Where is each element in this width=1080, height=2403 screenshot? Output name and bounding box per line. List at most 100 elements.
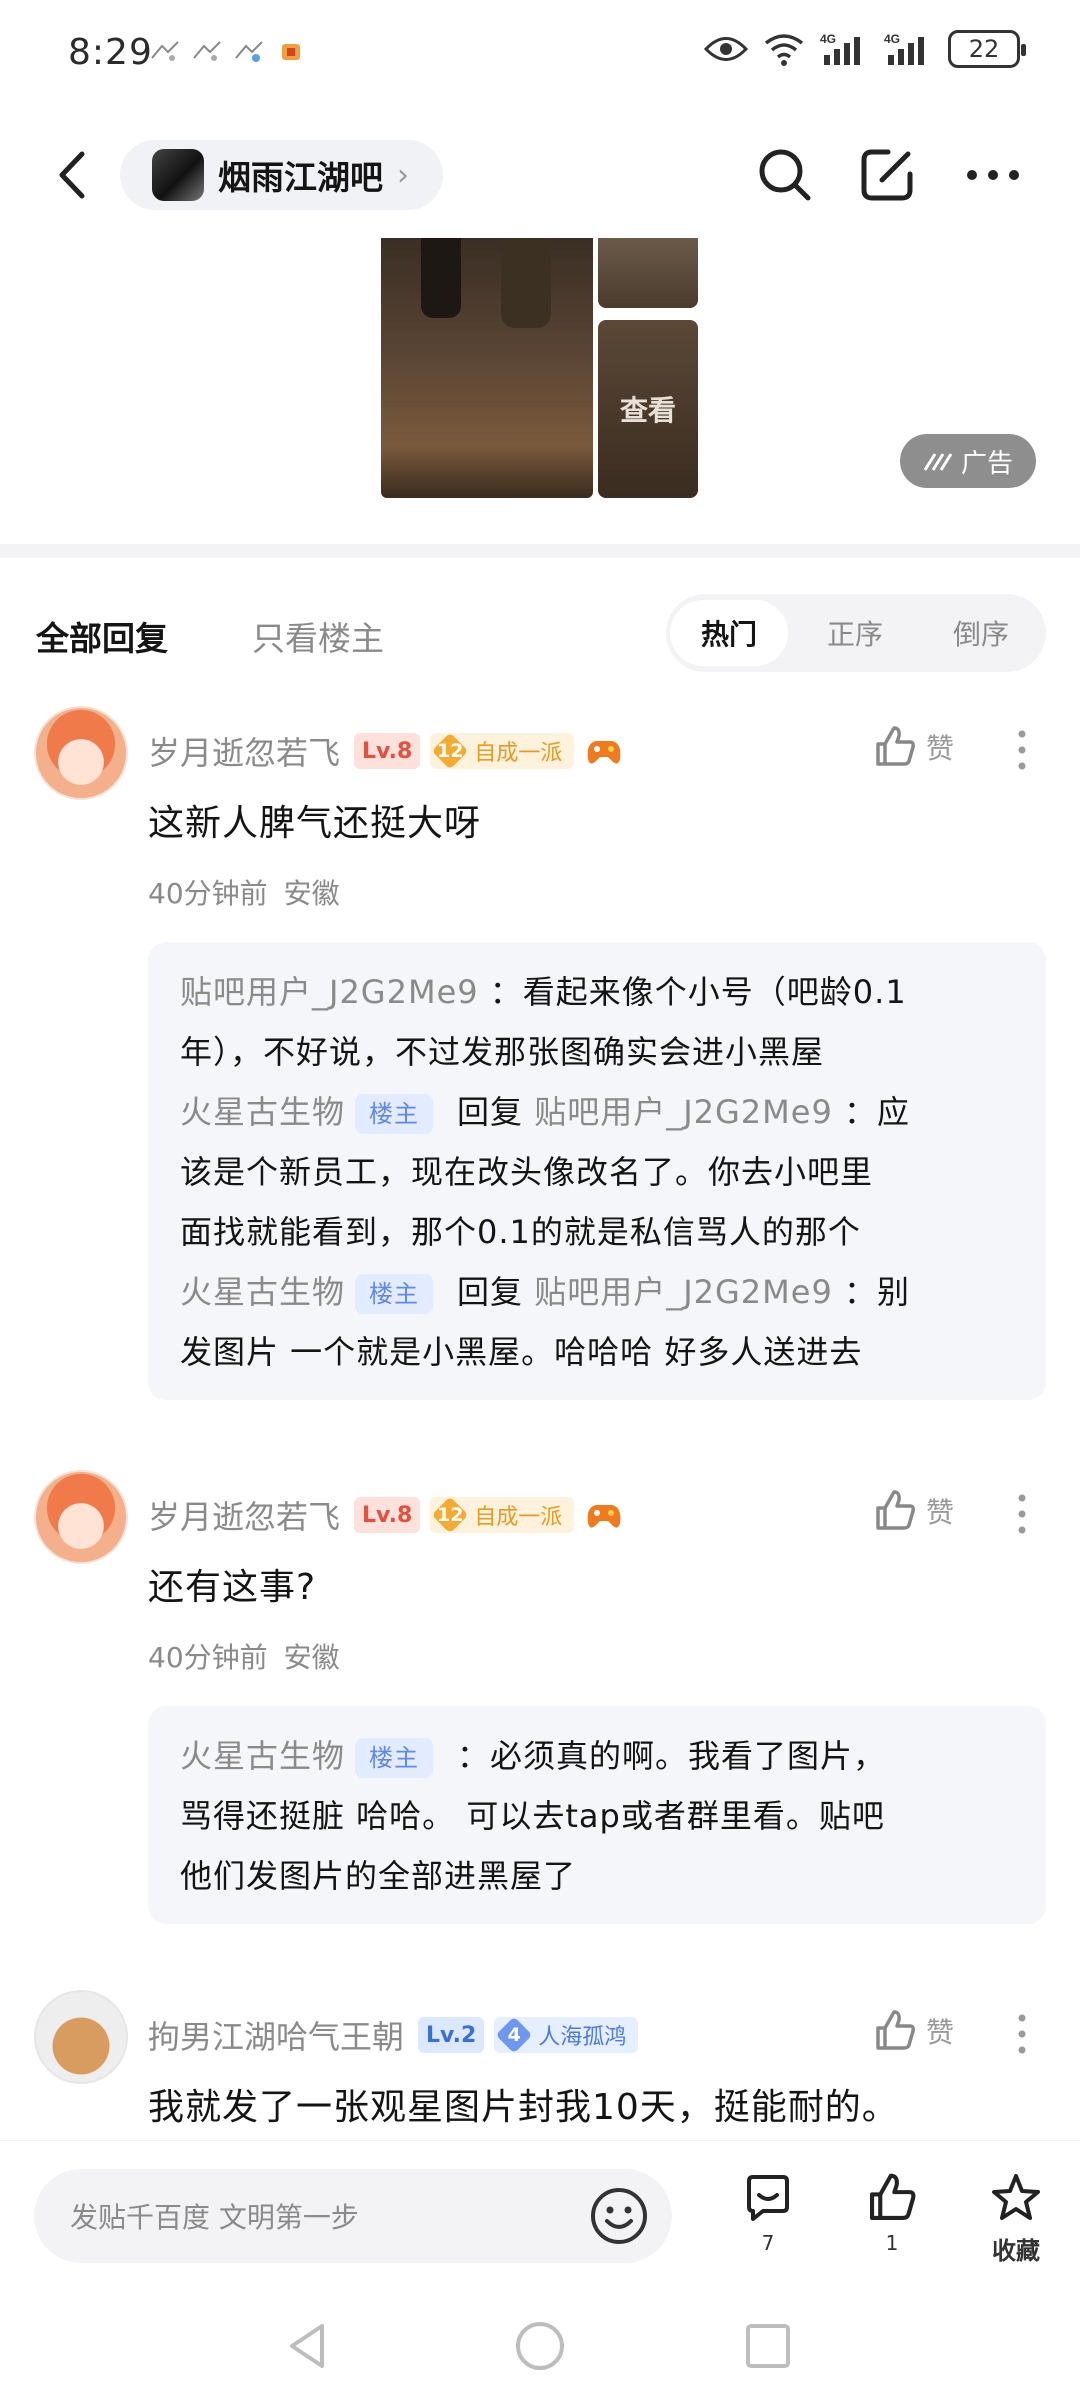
gamepad-icon xyxy=(587,741,621,764)
ad-badge[interactable]: 广告 xyxy=(900,434,1036,488)
notification-icon xyxy=(234,38,264,64)
forum-name: 烟雨江湖吧 xyxy=(218,158,383,197)
more-vertical-icon xyxy=(1018,2014,1026,2054)
like-button[interactable]: 赞 xyxy=(872,724,954,770)
sub-reply-user[interactable]: 贴吧用户_J2G2Me9 xyxy=(180,973,479,1011)
signal-icon: 4G xyxy=(820,32,860,65)
sub-reply-user[interactable]: 火星古生物 xyxy=(180,1737,345,1775)
reply-target-user[interactable]: 贴吧用户_J2G2Me9 xyxy=(534,1273,833,1311)
notification-icon xyxy=(192,38,222,64)
ad-image[interactable] xyxy=(598,238,698,308)
avatar[interactable] xyxy=(34,706,128,800)
sub-reply-continued: 面找就能看到，那个0.1的就是私信骂人的那个 xyxy=(180,1213,861,1251)
sub-reply: 火星古生物 楼主 回复 贴吧用户_J2G2Me9 ：应 xyxy=(180,1082,1014,1142)
forum-link[interactable]: 烟雨江湖吧 › xyxy=(120,140,443,210)
username[interactable]: 岁月逝忽若飞 xyxy=(148,728,340,774)
sub-reply: 火星古生物 楼主 回复 贴吧用户_J2G2Me9 ：别 xyxy=(180,1262,1014,1322)
notification-icons xyxy=(150,38,306,64)
level-badge: Lv.2 xyxy=(418,2017,485,2053)
rank-diamond-icon: 4 xyxy=(498,2019,530,2051)
svg-text:4G: 4G xyxy=(884,32,900,46)
top-nav-bar: 烟雨江湖吧 › xyxy=(0,120,1080,230)
gamepad-icon xyxy=(587,1505,621,1528)
avatar[interactable] xyxy=(34,1990,128,2084)
more-vertical-icon xyxy=(1018,730,1026,770)
badge-title: 人海孤鸿 xyxy=(538,2025,627,2050)
comment-text: 我就发了一张观星图片封我10天，挺能耐的。 xyxy=(148,2087,899,2128)
sort-descending[interactable]: 倒序 xyxy=(922,600,1040,666)
comment-count: 7 xyxy=(761,2231,775,2255)
username[interactable]: 拘男江湖哈气王朝 xyxy=(148,2012,404,2058)
sort-ascending[interactable]: 正序 xyxy=(796,600,914,666)
title-badge: 12 自成一派 xyxy=(430,1497,575,1533)
comment-more-button[interactable] xyxy=(1008,1492,1036,1536)
comment-meta: 40分钟前 安徽 xyxy=(148,1636,340,1676)
title-badge: 4 人海孤鸿 xyxy=(494,2017,639,2053)
ad-banner[interactable]: 查看 广告 xyxy=(0,238,1080,510)
comment-icon xyxy=(747,2175,789,2221)
username[interactable]: 岁月逝忽若飞 xyxy=(148,1492,340,1538)
bottom-action-bar: 发贴千百度 文明第一步 7 1 收藏 xyxy=(0,2140,1080,2290)
forum-avatar xyxy=(152,149,204,201)
reply-target-user[interactable]: 贴吧用户_J2G2Me9 xyxy=(534,1093,833,1131)
comment-more-button[interactable] xyxy=(1008,2012,1036,2056)
like-button[interactable]: 赞 xyxy=(872,1488,954,1534)
level-badge: Lv.8 xyxy=(354,733,421,769)
ad-image[interactable] xyxy=(381,238,593,498)
level-badge: Lv.8 xyxy=(354,1497,421,1533)
search-button[interactable] xyxy=(750,140,820,210)
more-menu-button[interactable] xyxy=(958,140,1028,210)
sub-reply-user[interactable]: 火星古生物 xyxy=(180,1273,345,1311)
sub-reply-user[interactable]: 火星古生物 xyxy=(180,1093,345,1131)
more-horizontal-icon xyxy=(967,170,1019,180)
tab-all-replies[interactable]: 全部回复 xyxy=(36,612,168,660)
thumbs-up-icon xyxy=(869,2173,916,2221)
rank-diamond-icon: 12 xyxy=(434,1499,466,1531)
comment-time: 40分钟前 xyxy=(148,1641,268,1674)
search-icon xyxy=(759,149,811,201)
recents-square-icon[interactable] xyxy=(742,2320,794,2372)
svg-text:4G: 4G xyxy=(820,32,836,46)
comments-button[interactable]: 7 xyxy=(728,2171,808,2255)
chevron-right-icon: › xyxy=(397,157,409,193)
like-label: 赞 xyxy=(926,2016,955,2049)
like-button[interactable]: 赞 xyxy=(872,2008,954,2054)
emoji-icon xyxy=(591,2188,647,2244)
owner-tag: 楼主 xyxy=(355,1094,434,1134)
ad-logo-icon xyxy=(923,453,953,471)
like-post-button[interactable]: 1 xyxy=(852,2171,932,2255)
rank-diamond-icon: 12 xyxy=(434,735,466,767)
back-button[interactable] xyxy=(40,140,110,210)
avatar[interactable] xyxy=(34,1470,128,1564)
signal-icon: 4G xyxy=(884,32,924,65)
battery-indicator: 22 xyxy=(948,30,1026,68)
sub-replies[interactable]: 火星古生物 楼主 ：必须真的啊。我看了图片， 骂得还挺脏 哈哈。 可以去tap或者群… xyxy=(148,1706,1046,1924)
comment-more-button[interactable] xyxy=(1008,728,1036,772)
ad-label: 广告 xyxy=(960,448,1013,479)
sub-replies[interactable]: 贴吧用户_J2G2Me9 ：看起来像个小号（吧龄0.1 年），不好说，不过发那张… xyxy=(148,942,1046,1400)
notification-icon xyxy=(276,38,306,64)
like-count: 1 xyxy=(885,2231,899,2255)
comment-time: 40分钟前 xyxy=(148,877,268,910)
wifi-icon xyxy=(764,34,804,66)
status-time: 8:29 xyxy=(68,32,153,73)
compose-button[interactable] xyxy=(852,140,922,210)
reply-header: 全部回复 只看楼主 热门 正序 倒序 xyxy=(0,590,1080,680)
reply-input[interactable]: 发贴千百度 文明第一步 xyxy=(34,2169,672,2263)
ad-view-more[interactable]: 查看 xyxy=(598,320,698,498)
comment-meta: 40分钟前 安徽 xyxy=(148,872,340,912)
favorite-label: 收藏 xyxy=(992,2237,1040,2265)
home-circle-icon[interactable] xyxy=(514,2320,566,2372)
thumbs-up-icon xyxy=(876,2010,915,2050)
sort-hot[interactable]: 热门 xyxy=(670,600,788,666)
owner-tag: 楼主 xyxy=(355,1738,434,1778)
back-triangle-icon[interactable] xyxy=(282,2320,334,2372)
sub-reply: 贴吧用户_J2G2Me9 ：看起来像个小号（吧龄0.1 xyxy=(180,973,907,1011)
favorite-button[interactable]: 收藏 xyxy=(976,2171,1056,2266)
tab-owner-only[interactable]: 只看楼主 xyxy=(252,612,384,660)
emoji-button[interactable] xyxy=(588,2185,650,2247)
status-bar: 8:29 4G 4G 22 xyxy=(0,0,1080,110)
eye-icon xyxy=(704,37,748,61)
comment-text: 还有这事? xyxy=(148,1567,317,1608)
section-divider xyxy=(0,544,1080,558)
